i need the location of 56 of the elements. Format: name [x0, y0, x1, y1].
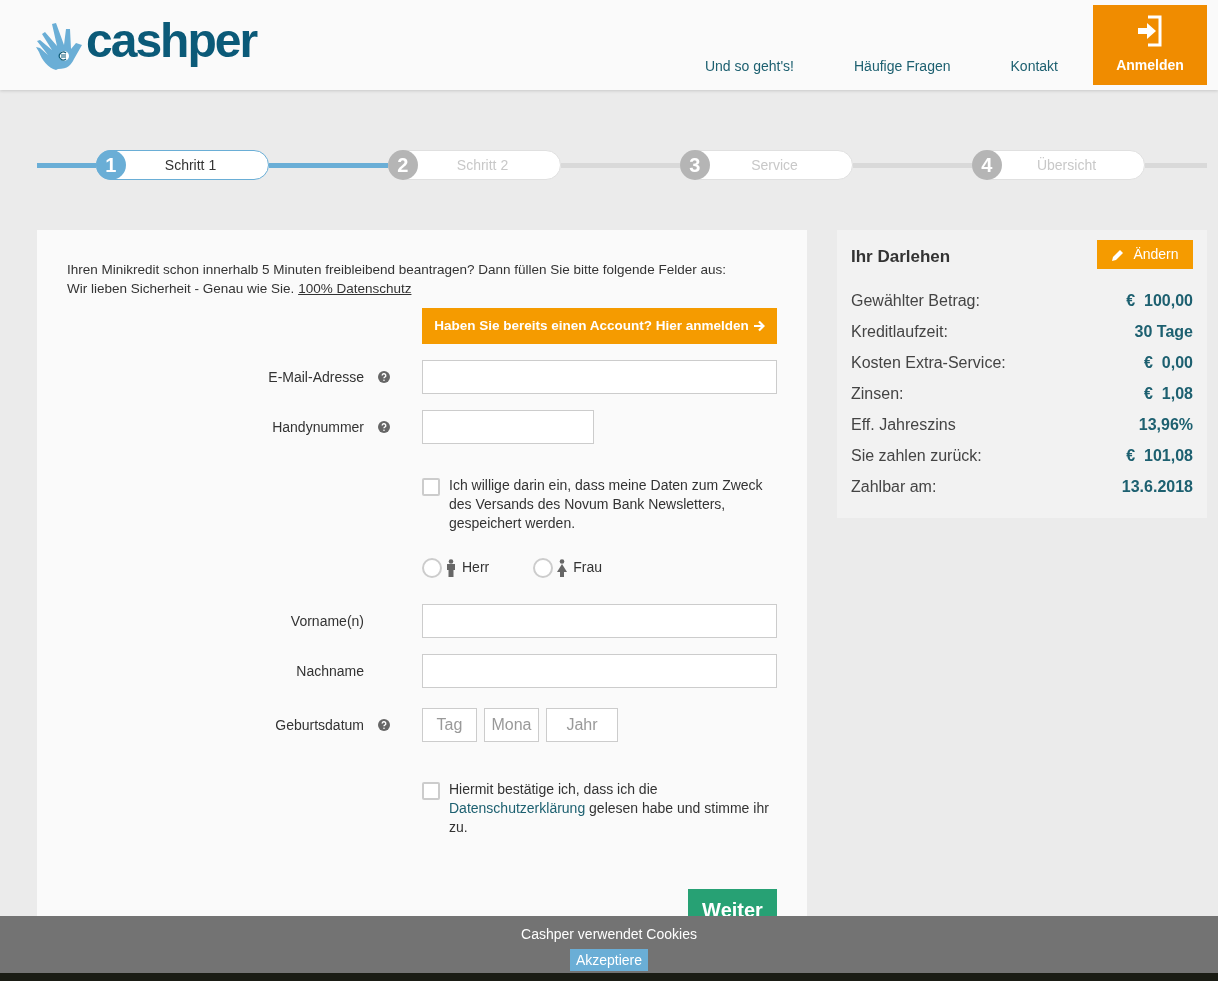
field-label: Nachname — [296, 661, 364, 681]
loan-label: Zahlbar am: — [851, 476, 937, 497]
logo[interactable]: cashper — [36, 16, 257, 72]
loan-value: 13.6.2018 — [1121, 476, 1193, 497]
step-tab[interactable]: 1 Schritt 1 — [95, 150, 270, 180]
input-field[interactable] — [422, 604, 777, 638]
radio-label: Frau — [573, 558, 603, 577]
radio-button[interactable] — [422, 557, 442, 578]
person-icon — [556, 558, 569, 577]
help-icon[interactable] — [378, 421, 390, 433]
loan-label: Kreditlaufzeit: — [851, 321, 948, 342]
intro-text: Ihren Minikredit schon innerhalb 5 Minuten freibleibend beantragen? Dann füllen Sie bitte folgende Felder aus: Wir lieben Sicherheit - Genau wie Sie. 100% Datenschutz — [66, 261, 727, 298]
checkbox[interactable] — [422, 782, 440, 800]
loan-value: € 1,08 — [1144, 383, 1193, 404]
date-field[interactable]: Mona — [484, 708, 539, 742]
radio-label: Herr — [462, 558, 490, 577]
nav-link[interactable]: Häufige Fragen — [854, 56, 951, 77]
card-title: Ihr Darlehen — [851, 246, 951, 268]
privacy-link[interactable]: 100% Datenschutz — [298, 281, 412, 296]
consent-text: Hiermit bestätige ich, dass ich die Datenschutzerklärung gelesen habe und stimme ihr zu. — [449, 780, 770, 837]
field-label: E-Mail-Adresse — [268, 367, 364, 387]
pencil-icon — [1111, 247, 1126, 262]
logo-text: cashper — [86, 17, 257, 69]
help-icon[interactable] — [378, 371, 390, 383]
loan-label: Eff. Jahreszins — [851, 414, 956, 435]
date-field[interactable]: Jahr — [546, 708, 618, 742]
input-field[interactable] — [422, 410, 594, 444]
field-label: Geburtsdatum — [275, 715, 364, 735]
sign-in-icon — [1136, 14, 1164, 47]
consent-text: Ich willige darin ein, dass meine Daten zum Zweck des Versands des Novum Bank Newsletters, gespeichert werden. — [449, 476, 764, 533]
loan-label: Zinsen: — [851, 383, 904, 404]
privacy-policy-link[interactable]: Datenschutzerklärung — [449, 800, 586, 816]
loan-value: € 100,00 — [1126, 290, 1193, 311]
checkbox[interactable] — [422, 478, 440, 496]
loan-value: 30 Tage — [1134, 321, 1193, 342]
arrow-right-icon — [752, 320, 765, 332]
accept-button[interactable]: Akzeptiere — [569, 949, 649, 971]
change-button[interactable]: Ändern — [1097, 240, 1193, 270]
input-field[interactable] — [422, 654, 777, 688]
loan-label: Kosten Extra-Service: — [851, 352, 1006, 373]
nav-link[interactable]: Und so geht's! — [704, 56, 794, 77]
loan-value: € 101,08 — [1126, 445, 1193, 466]
loan-value: 13,96% — [1138, 414, 1193, 435]
loan-value: € 0,00 — [1144, 352, 1193, 373]
input-field[interactable] — [422, 360, 777, 394]
field-label: Handynummer — [272, 417, 364, 437]
loan-label: Sie zahlen zurück: — [851, 445, 982, 466]
nav-link[interactable]: Kontakt — [1010, 56, 1058, 77]
account-login-button[interactable]: Haben Sie bereits einen Account? Hier anmelden — [422, 308, 777, 344]
person-icon — [445, 558, 457, 577]
loan-label: Gewählter Betrag: — [851, 290, 980, 311]
date-field[interactable]: Tag — [422, 708, 477, 742]
login-button[interactable]: Anmelden — [1093, 5, 1207, 85]
field-label: Vorname(n) — [290, 611, 364, 631]
help-icon[interactable] — [378, 719, 390, 731]
radio-button[interactable] — [533, 557, 554, 578]
